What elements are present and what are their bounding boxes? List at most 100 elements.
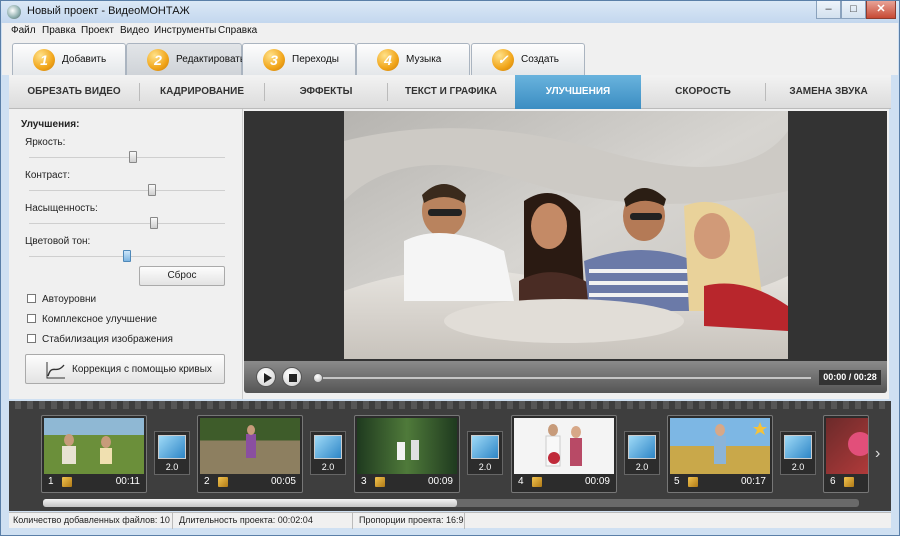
clip-thumbnail-image xyxy=(397,440,419,460)
complex-enhancement-checkbox[interactable]: Комплексное улучшение xyxy=(27,314,157,325)
video-area xyxy=(244,111,887,361)
clip-duration: 00:11 xyxy=(115,476,140,487)
timeline-clip[interactable]: 5 00:17 xyxy=(667,415,773,493)
pencil-icon[interactable] xyxy=(532,477,542,487)
clip-thumbnail-image xyxy=(246,425,256,458)
contrast-slider-thumb[interactable] xyxy=(148,184,157,196)
brightness-label: Яркость: xyxy=(25,137,66,148)
stop-icon xyxy=(289,374,297,382)
video-preview-pane: 00:00 / 00:28 xyxy=(243,109,889,399)
clip-number: 6 xyxy=(830,476,836,487)
tab-text-graphics[interactable]: ТЕКСТ И ГРАФИКА xyxy=(388,75,514,109)
brightness-slider-thumb[interactable] xyxy=(128,151,137,163)
step-transitions[interactable]: 3 Переходы xyxy=(242,43,356,75)
checkbox-label: Автоуровни xyxy=(42,294,97,305)
pencil-icon[interactable] xyxy=(62,477,72,487)
timeline-clip[interactable]: 3 00:09 xyxy=(354,415,460,493)
menu-edit[interactable]: Правка xyxy=(42,25,76,36)
checkbox-box[interactable] xyxy=(27,314,36,323)
transition-block[interactable]: 2.0 xyxy=(624,431,660,475)
clip-number: 3 xyxy=(361,476,367,487)
hue-slider-thumb[interactable] xyxy=(123,250,131,262)
status-file-count: Количество добавленных файлов: 10 xyxy=(13,515,170,525)
timeline-storyboard: 1 00:11 2.0 2 00:05 2.0 3 00:09 2.0 4 00… xyxy=(9,401,891,511)
film-edge-top xyxy=(9,401,891,409)
pencil-icon[interactable] xyxy=(218,477,228,487)
timeline-clip[interactable]: 6 xyxy=(823,415,869,493)
tab-trim[interactable]: ОБРЕЗАТЬ ВИДЕО xyxy=(9,75,139,109)
play-button[interactable] xyxy=(256,367,276,387)
tab-crop[interactable]: КАДРИРОВАНИЕ xyxy=(140,75,264,109)
step-edit[interactable]: 2 Редактировать xyxy=(126,43,245,75)
timeline-scrollbar[interactable] xyxy=(43,499,859,507)
checkbox-label: Комплексное улучшение xyxy=(42,314,158,325)
pencil-icon[interactable] xyxy=(844,477,854,487)
checkbox-label: Стабилизация изображения xyxy=(42,334,173,345)
timeline-clip[interactable]: 4 00:09 xyxy=(511,415,617,493)
clip-thumbnail xyxy=(357,418,457,474)
tab-replace-sound[interactable]: ЗАМЕНА ЗВУКА xyxy=(766,75,891,109)
step-tabs: 1 Добавить 2 Редактировать 3 Переходы 4 … xyxy=(2,39,898,75)
minimize-button[interactable]: – xyxy=(816,1,841,19)
tab-enhancements[interactable]: УЛУЧШЕНИЯ xyxy=(515,75,641,109)
player-controls: 00:00 / 00:28 xyxy=(244,361,887,393)
status-aspect-ratio: Пропорции проекта: 16:9 xyxy=(359,515,464,525)
video-frame-image xyxy=(344,111,788,359)
star-icon xyxy=(753,422,767,435)
clip-thumbnail xyxy=(44,418,144,474)
menu-help[interactable]: Справка xyxy=(218,25,257,36)
clip-number: 1 xyxy=(48,476,54,487)
clip-duration: 00:09 xyxy=(427,476,453,487)
hue-slider[interactable] xyxy=(29,250,225,262)
step-number-badge: 1 xyxy=(33,49,55,71)
transition-block[interactable]: 2.0 xyxy=(467,431,503,475)
timeline-scroll-thumb[interactable] xyxy=(43,499,457,507)
clip-thumbnail xyxy=(514,418,614,474)
menu-project[interactable]: Проект xyxy=(81,25,114,36)
transition-block[interactable]: 2.0 xyxy=(780,431,816,475)
stop-button[interactable] xyxy=(282,367,302,387)
checkbox-box[interactable] xyxy=(27,334,36,343)
transition-block[interactable]: 2.0 xyxy=(154,431,190,475)
curves-button-label: Коррекция с помощью кривых xyxy=(72,364,212,375)
reset-button[interactable]: Сброс xyxy=(139,266,225,286)
chevron-right-icon[interactable]: › xyxy=(875,445,880,463)
maximize-button[interactable]: □ xyxy=(841,1,866,19)
menu-tools[interactable]: Инструменты xyxy=(154,25,216,36)
tab-speed[interactable]: СКОРОСТЬ xyxy=(641,75,765,109)
transition-duration: 2.0 xyxy=(321,462,335,472)
menu-file[interactable]: Файл xyxy=(11,25,36,36)
timeline-clip[interactable]: 1 00:11 xyxy=(41,415,147,493)
edit-subtabs: ОБРЕЗАТЬ ВИДЕО КАДРИРОВАНИЕ ЭФФЕКТЫ ТЕКС… xyxy=(9,75,891,109)
checkbox-box[interactable] xyxy=(27,294,36,303)
saturation-slider-thumb[interactable] xyxy=(150,217,159,229)
clip-number: 2 xyxy=(204,476,210,487)
clip-thumbnail xyxy=(826,418,868,474)
saturation-slider[interactable] xyxy=(29,217,225,229)
transition-block[interactable]: 2.0 xyxy=(310,431,346,475)
menu-bar: Файл Правка Проект Видео Инструменты Спр… xyxy=(2,23,898,39)
step-create[interactable]: ✓ Создать xyxy=(471,43,585,75)
auto-levels-checkbox[interactable]: Автоуровни xyxy=(27,294,96,305)
app-icon xyxy=(7,5,21,19)
clip-thumbnail xyxy=(670,418,770,474)
playback-progress-knob[interactable] xyxy=(313,373,323,383)
transition-duration: 2.0 xyxy=(791,462,805,472)
contrast-slider[interactable] xyxy=(29,184,225,196)
status-separator xyxy=(172,513,173,529)
timeline-clip[interactable]: 2 00:05 xyxy=(197,415,303,493)
close-button[interactable]: ✕ xyxy=(866,1,896,19)
step-add[interactable]: 1 Добавить xyxy=(12,43,126,75)
stabilization-checkbox[interactable]: Стабилизация изображения xyxy=(27,334,173,345)
step-music[interactable]: 4 Музыка xyxy=(356,43,470,75)
pencil-icon[interactable] xyxy=(375,477,385,487)
hue-label: Цветовой тон: xyxy=(25,236,91,247)
pencil-icon[interactable] xyxy=(688,477,698,487)
brightness-slider[interactable] xyxy=(29,151,225,163)
menu-video[interactable]: Видео xyxy=(120,25,149,36)
clip-duration: 00:09 xyxy=(584,476,610,487)
play-icon xyxy=(264,373,272,383)
playback-progress-bar[interactable] xyxy=(313,373,811,383)
tab-effects[interactable]: ЭФФЕКТЫ xyxy=(265,75,387,109)
curves-button[interactable]: Коррекция с помощью кривых xyxy=(25,354,225,384)
